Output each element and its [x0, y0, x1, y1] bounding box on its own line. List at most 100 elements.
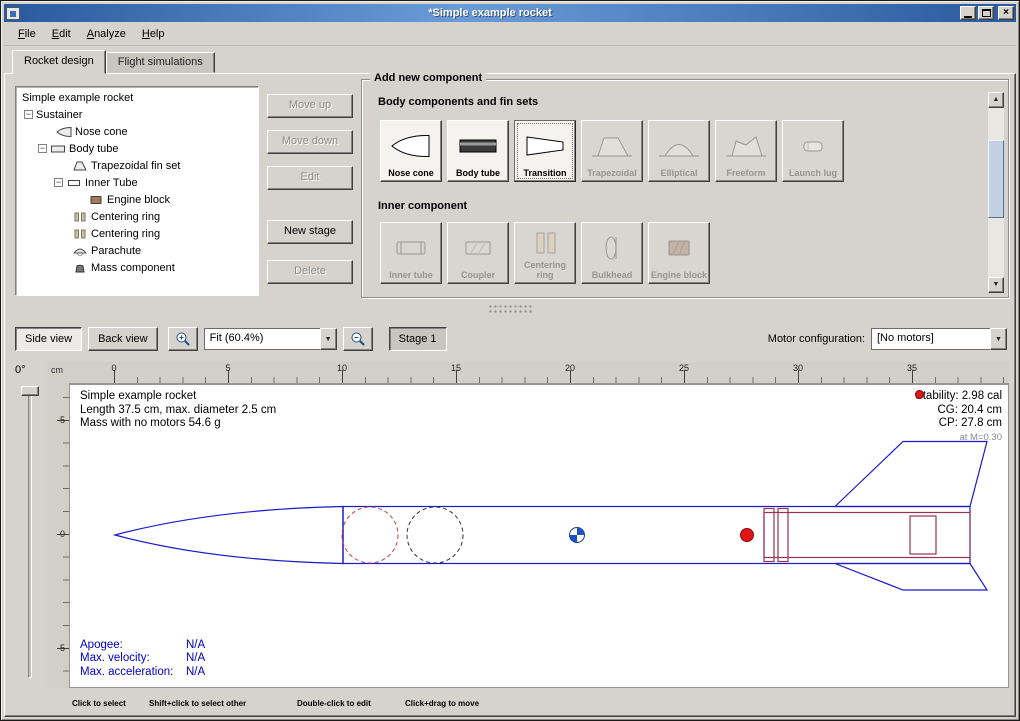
back-view-button[interactable]: Back view — [88, 327, 158, 351]
scrollbar-thumb[interactable] — [988, 140, 1004, 218]
collapse-expander-icon[interactable]: − — [38, 144, 47, 153]
vertical-ruler: -5 0 5 — [47, 384, 69, 688]
menu-file[interactable]: File — [10, 25, 44, 43]
add-engine-block-button: Engine block — [648, 222, 710, 284]
centering-ring-rear[interactable] — [778, 509, 788, 562]
lower-fin[interactable] — [835, 564, 987, 591]
tree-item-engine-block[interactable]: Engine block — [16, 191, 258, 208]
component-panel-scrollbar[interactable]: ▲ ▼ — [988, 92, 1004, 293]
close-button[interactable]: × — [998, 6, 1014, 20]
add-nose-cone-button[interactable]: Nose cone — [380, 120, 442, 182]
add-body-tube-button[interactable]: Body tube — [447, 120, 509, 182]
ruler-tick-label: 30 — [793, 363, 803, 373]
airframe-outline[interactable] — [115, 442, 987, 591]
tree-item-rocket[interactable]: Simple example rocket — [16, 89, 258, 106]
upper-fin[interactable] — [835, 442, 987, 507]
apogee-value: N/A — [186, 639, 205, 651]
mass-component-outline[interactable] — [407, 507, 463, 563]
collapse-expander-icon[interactable]: − — [24, 110, 33, 119]
flight-data: Apogee:N/A Max. velocity:N/A Max. accele… — [80, 639, 205, 680]
stage-1-toggle[interactable]: Stage 1 — [389, 327, 447, 351]
minimize-button[interactable] — [960, 6, 976, 20]
tree-item-body-tube[interactable]: − Body tube — [16, 140, 258, 157]
coupler-icon — [456, 225, 500, 270]
delete-button: Delete — [267, 260, 353, 284]
centering-ring-icon — [523, 225, 567, 260]
ruler-tick-label: 35 — [907, 363, 917, 373]
add-coupler-button: Coupler — [447, 222, 509, 284]
chevron-down-icon[interactable]: ▼ — [320, 328, 337, 350]
elliptical-fin-icon — [657, 123, 701, 168]
motor-configuration-select[interactable]: [No motors] ▼ — [871, 328, 1007, 350]
tab-rocket-design[interactable]: Rocket design — [12, 50, 106, 74]
rotation-slider[interactable] — [28, 392, 32, 678]
scroll-up-button[interactable]: ▲ — [988, 92, 1004, 108]
ruler-tick-label: 15 — [451, 363, 461, 373]
centering-ring-icon — [72, 211, 88, 223]
add-transition-button[interactable]: Transition — [514, 120, 576, 182]
scroll-down-button[interactable]: ▼ — [988, 277, 1004, 293]
parachute-outline[interactable] — [342, 507, 398, 563]
tree-item-nose-cone[interactable]: Nose cone — [16, 123, 258, 140]
component-tree[interactable]: Simple example rocket − Sustainer Nose c… — [15, 86, 259, 296]
new-stage-button[interactable]: New stage — [267, 220, 353, 244]
tree-item-label: Body tube — [69, 143, 119, 155]
menu-analyze[interactable]: Analyze — [79, 25, 134, 43]
inner-tube-icon — [389, 225, 433, 270]
zoom-select[interactable]: Fit (60.4%) ▼ — [204, 328, 337, 350]
cg-marker — [570, 528, 585, 543]
inner-tube-icon — [66, 177, 82, 189]
body-component-buttons: Nose cone Body tube Transition Trapezoid… — [380, 120, 844, 182]
rotation-slider-thumb[interactable] — [21, 386, 39, 396]
ruler-tick-label: -5 — [57, 413, 65, 427]
tree-item-mass-component[interactable]: Mass component — [16, 259, 258, 276]
tab-flight-simulations[interactable]: Flight simulations — [106, 52, 215, 73]
centering-ring-icon — [72, 228, 88, 240]
menu-help[interactable]: Help — [134, 25, 173, 43]
inner-tube[interactable] — [764, 513, 970, 558]
hint-shift-click: Shift+click to select other — [149, 699, 246, 708]
tree-item-inner-tube[interactable]: − Inner Tube — [16, 174, 258, 191]
side-view-button[interactable]: Side view — [15, 327, 82, 351]
tree-item-sustainer[interactable]: − Sustainer — [16, 106, 258, 123]
rocket-canvas[interactable]: Simple example rocket Length 37.5 cm, ma… — [69, 384, 1009, 688]
centering-ring-front[interactable] — [764, 509, 774, 562]
parachute-icon — [72, 245, 88, 257]
zoom-in-button[interactable] — [168, 327, 198, 351]
collapse-expander-icon[interactable]: − — [54, 178, 63, 187]
tree-item-label: Sustainer — [36, 109, 82, 121]
status-bar: Click to select Shift+click to select ot… — [5, 699, 1015, 714]
tree-item-label: Parachute — [91, 245, 141, 257]
tree-item-trapezoidal-fin-set[interactable]: Trapezoidal fin set — [16, 157, 258, 174]
menu-bar: File Edit Analyze Help — [4, 22, 1016, 46]
ruler-tick-label: 5 — [225, 363, 230, 373]
title-bar[interactable]: *Simple example rocket × — [4, 4, 1016, 22]
tab-strip: Rocket design Flight simulations — [4, 46, 1016, 73]
chevron-down-icon[interactable]: ▼ — [990, 328, 1007, 350]
tree-item-label: Nose cone — [75, 126, 128, 138]
motor-configuration-label: Motor configuration: — [768, 333, 865, 345]
zoom-out-icon — [350, 331, 366, 347]
zoom-out-button[interactable] — [343, 327, 373, 351]
split-pane-handle[interactable] — [487, 304, 533, 313]
close-icon: × — [1003, 8, 1009, 18]
move-down-button: Move down — [267, 130, 353, 154]
hint-click-drag: Click+drag to move — [405, 699, 479, 708]
rocket-viewport: 0° cm 0 5 10 15 20 25 30 35 -5 0 5 — [9, 362, 1013, 688]
menu-edit[interactable]: Edit — [44, 25, 79, 43]
tree-item-label: Centering ring — [91, 228, 160, 240]
tree-item-centering-ring-2[interactable]: Centering ring — [16, 225, 258, 242]
inner-components-outline[interactable] — [764, 509, 970, 562]
ruler-unit: cm — [47, 362, 69, 384]
bulkhead-icon — [590, 225, 634, 270]
max-velocity-label: Max. velocity: — [80, 652, 186, 666]
rocket-dimensions: Length 37.5 cm, max. diameter 2.5 cm — [80, 404, 276, 418]
tree-item-centering-ring-1[interactable]: Centering ring — [16, 208, 258, 225]
maximize-button[interactable] — [978, 6, 994, 20]
max-velocity-value: N/A — [186, 652, 205, 664]
max-acceleration-value: N/A — [186, 666, 205, 678]
window-icon[interactable] — [6, 7, 20, 20]
tree-item-parachute[interactable]: Parachute — [16, 242, 258, 259]
nose-cone-icon — [56, 126, 72, 138]
engine-block[interactable] — [910, 516, 936, 554]
